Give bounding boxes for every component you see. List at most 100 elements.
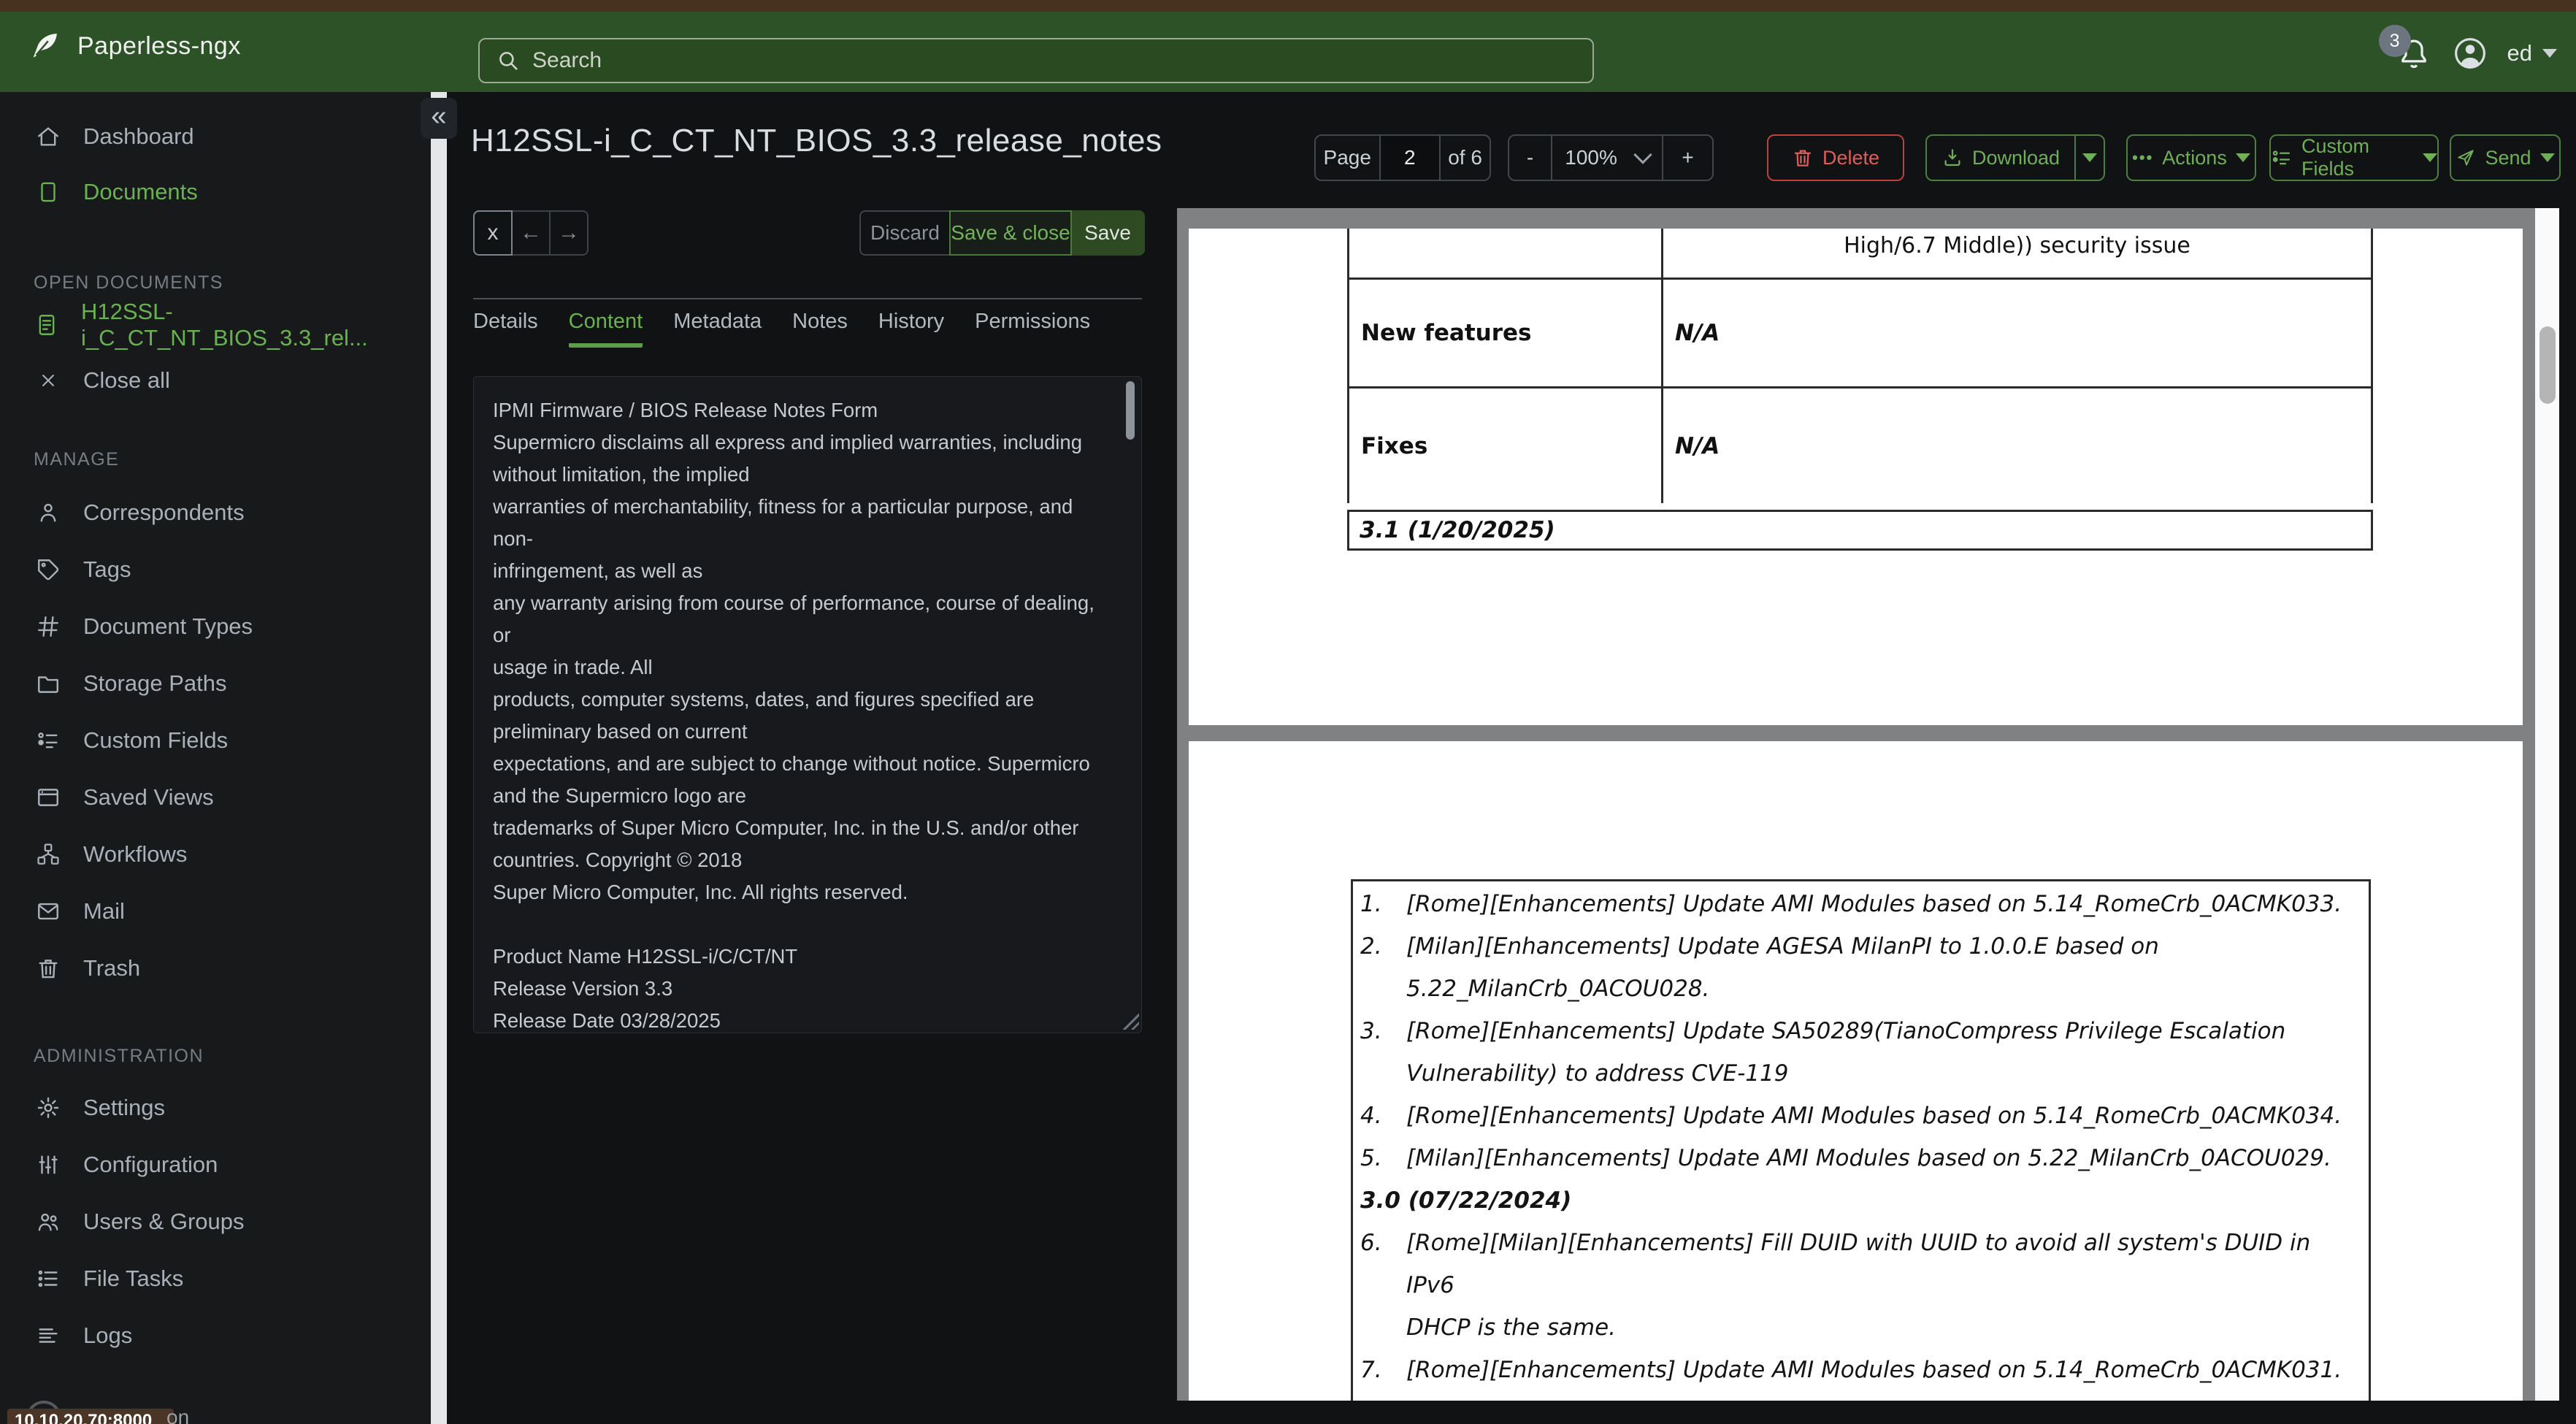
brand[interactable]: Paperless-ngx <box>28 29 241 63</box>
tag-icon <box>34 557 63 582</box>
user-menu[interactable]: ed <box>2507 40 2557 66</box>
sidebar-item[interactable]: Tags <box>0 541 431 598</box>
sidebar-item[interactable]: Configuration <box>0 1136 431 1193</box>
sidebar-main-group: Dashboard Documents <box>0 92 431 220</box>
discard-button[interactable]: Discard <box>859 210 951 256</box>
sidebar-scrollbar[interactable] <box>431 92 447 1424</box>
delete-button[interactable]: Delete <box>1767 134 1904 181</box>
caret-down-icon <box>2539 153 2555 162</box>
textarea-scrollbar[interactable] <box>1126 381 1135 440</box>
caret-down-icon <box>2423 153 2437 162</box>
actions-button[interactable]: ••• Actions <box>2126 134 2256 181</box>
sidebar-item[interactable]: H12SSL-i_C_CT_NT_BIOS_3.3_rel... <box>0 297 431 353</box>
sidebar-item[interactable]: Document Types <box>0 598 431 655</box>
close-document-button[interactable]: x <box>473 210 513 256</box>
download-split-button: Download <box>1925 134 2105 181</box>
document-tabs: Details Content Metadata Notes History P… <box>473 310 1090 348</box>
sidebar-section-title: MANAGE <box>34 448 120 470</box>
send-icon <box>2456 148 2476 168</box>
pdf-table: High/6.7 Middle)) security issue New fea… <box>1347 229 2373 503</box>
zoom-out-button[interactable]: - <box>1509 136 1551 180</box>
chevrons-left-icon: « <box>431 101 447 131</box>
pdf-list-item: 7. [Rome][Enhancements] Update AMI Modul… <box>1360 1357 2342 1383</box>
sidebar-admin-group: Settings Configuration Users & Groups Fi… <box>0 1079 431 1364</box>
send-button[interactable]: Send <box>2450 134 2561 181</box>
sidebar-item[interactable]: Close all <box>0 353 431 408</box>
pdf-list-item: 1. [Rome][Enhancements] Update AMI Modul… <box>1360 891 2342 917</box>
sidebar-item[interactable]: Storage Paths <box>0 655 431 712</box>
tab[interactable]: Content <box>568 310 643 348</box>
sidebar-item-label: Storage Paths <box>83 670 227 696</box>
save-button[interactable]: Save <box>1070 210 1145 256</box>
sidebar-item[interactable]: Logs <box>0 1307 431 1364</box>
pdf-table-row-value: N/A <box>1675 320 1720 346</box>
custom-fields-button[interactable]: Custom Fields <box>2269 134 2439 181</box>
tab[interactable]: Details <box>473 310 538 348</box>
sidebar-item[interactable]: Mail <box>0 883 431 940</box>
download-button[interactable]: Download <box>1927 136 2074 180</box>
previous-document-button[interactable]: ← <box>511 210 551 256</box>
sidebar-item-label: Settings <box>83 1095 166 1120</box>
sidebar-section-title: ADMINISTRATION <box>34 1045 204 1066</box>
pdf-scrollbar-track[interactable] <box>2535 208 2559 1401</box>
collapse-sidebar-button[interactable]: « <box>421 98 457 139</box>
pdf-list-item: 2. [Milan][Enhancements] Update AGESA Mi… <box>1360 933 2159 1002</box>
tab[interactable]: Permissions <box>975 310 1090 348</box>
sidebar-item[interactable]: File Tasks <box>0 1250 431 1307</box>
pdf-page: High/6.7 Middle)) security issue New fea… <box>1189 229 2523 725</box>
pdf-list-item: 8. [Rome][Enhancements] Update AMI Modul… <box>1360 1391 2348 1401</box>
search-placeholder: Search <box>532 48 602 72</box>
workflows-icon <box>34 842 63 867</box>
sidebar-item[interactable]: Custom Fields <box>0 712 431 769</box>
folder-icon <box>34 671 63 696</box>
download-options-button[interactable] <box>2074 136 2104 180</box>
sidebar-item[interactable]: Workflows <box>0 826 431 883</box>
tasks-icon <box>34 1266 63 1291</box>
sidebar-item[interactable]: Saved Views <box>0 769 431 826</box>
zoom-control: - 100% + <box>1508 134 1714 181</box>
search-input[interactable]: Search <box>478 38 1594 83</box>
pdf-table-row-label: Fixes <box>1349 388 1663 503</box>
sidebar-item-label: Configuration <box>83 1152 218 1177</box>
sidebar-item[interactable]: Dashboard <box>0 109 431 164</box>
username: ed <box>2507 40 2532 66</box>
sidebar-item-label: Close all <box>83 367 170 393</box>
sidebar-item[interactable]: Trash <box>0 940 431 997</box>
pdf-preview-panel[interactable]: High/6.7 Middle)) security issue New fea… <box>1177 208 2559 1401</box>
next-document-button[interactable]: → <box>549 210 589 256</box>
sidebar-item-label: Mail <box>83 898 125 924</box>
sidebar-item[interactable]: Correspondents <box>0 484 431 541</box>
trash-icon <box>34 956 63 981</box>
page-title: H12SSL-i_C_CT_NT_BIOS_3.3_release_notes <box>471 123 1162 158</box>
save-and-close-button[interactable]: Save & close <box>949 210 1072 256</box>
page-number-input[interactable]: 2 <box>1379 136 1440 180</box>
tab[interactable]: Notes <box>792 310 848 348</box>
sidebar-item-label: Workflows <box>83 841 188 867</box>
zoom-in-button[interactable]: + <box>1661 136 1712 180</box>
pdf-list-item: 5. [Milan][Enhancements] Update AMI Modu… <box>1360 1145 2331 1171</box>
paperless-app: Paperless-ngx Search 3 ed Dashboard Docu… <box>0 0 2576 1424</box>
pdf-list-item: 3.0 (07/22/2024) <box>1360 1187 1572 1214</box>
pdf-scrollbar-thumb[interactable] <box>2539 326 2556 404</box>
notifications-button[interactable]: 3 <box>2378 25 2433 73</box>
sidebar-section-title: OPEN DOCUMENTS <box>34 272 223 293</box>
sidebar-manage-group: Correspondents Tags Document Types Stora… <box>0 484 431 997</box>
pdf-table-partial-row: High/6.7 Middle)) security issue <box>1844 233 2190 259</box>
trash-icon <box>1792 147 1814 169</box>
tab[interactable]: History <box>878 310 944 348</box>
page-total: of 6 <box>1439 136 1490 180</box>
zoom-level-select[interactable]: 100% <box>1551 136 1662 180</box>
sidebar-item[interactable]: Users & Groups <box>0 1193 431 1250</box>
sidebar-item[interactable]: Documents <box>0 164 431 220</box>
sidebar-item[interactable]: Settings <box>0 1079 431 1136</box>
sidebar-item-label: Saved Views <box>83 784 214 810</box>
sidebar-item-label: Tags <box>83 556 131 582</box>
pdf-page: 1. [Rome][Enhancements] Update AMI Modul… <box>1189 741 2523 1401</box>
app-header: Paperless-ngx Search 3 ed <box>0 12 2576 92</box>
content-textarea[interactable]: IPMI Firmware / BIOS Release Notes Form … <box>473 376 1142 1033</box>
ellipsis-icon: ••• <box>2132 148 2154 166</box>
caret-down-icon <box>2082 153 2098 162</box>
sidebar-item-label: Correspondents <box>83 499 245 525</box>
person-icon <box>34 500 63 525</box>
tab[interactable]: Metadata <box>673 310 762 348</box>
